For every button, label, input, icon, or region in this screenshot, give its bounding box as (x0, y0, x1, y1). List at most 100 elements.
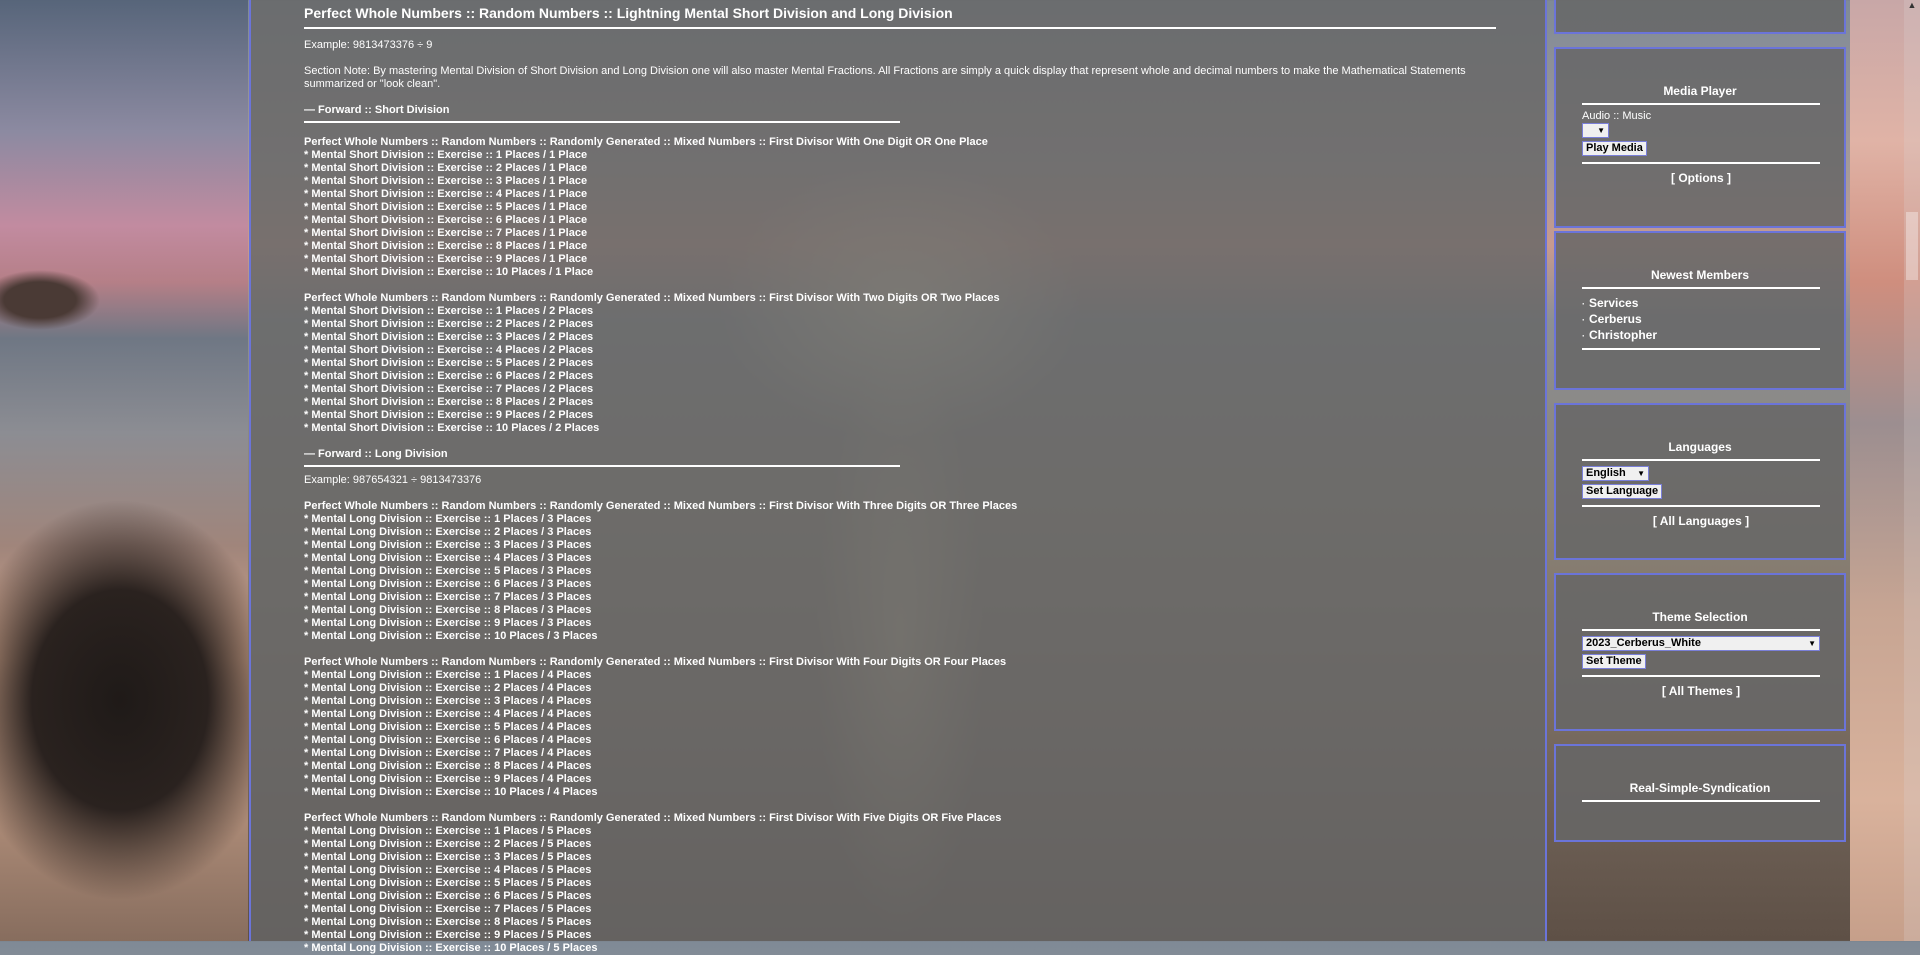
exercise-link[interactable]: * Mental Long Division :: Exercise :: 4 … (304, 552, 1496, 565)
exercise-link[interactable]: * Mental Long Division :: Exercise :: 8 … (304, 760, 1496, 773)
exercise-link[interactable]: * Mental Short Division :: Exercise :: 8… (304, 240, 1496, 253)
rss-title[interactable]: Real-Simple-Syndication (1580, 781, 1820, 795)
bullet-icon: · (1582, 299, 1585, 309)
exercise-link[interactable]: * Mental Long Division :: Exercise :: 1 … (304, 669, 1496, 682)
languages-divider-bottom (1582, 505, 1820, 507)
exercise-link[interactable]: * Mental Long Division :: Exercise :: 10… (304, 942, 1496, 955)
exercise-link[interactable]: * Mental Long Division :: Exercise :: 8 … (304, 916, 1496, 929)
language-select[interactable]: English ▼ (1582, 466, 1649, 481)
exercise-link[interactable]: * Mental Short Division :: Exercise :: 4… (304, 344, 1496, 357)
set-language-button[interactable]: Set Language (1582, 484, 1663, 499)
exercise-link[interactable]: * Mental Long Division :: Exercise :: 8 … (304, 604, 1496, 617)
exercise-link[interactable]: * Mental Short Division :: Exercise :: 3… (304, 175, 1496, 188)
long-division-divider (304, 465, 900, 467)
exercise-link[interactable]: * Mental Short Division :: Exercise :: 7… (304, 383, 1496, 396)
exercise-link[interactable]: * Mental Long Division :: Exercise :: 10… (304, 786, 1496, 799)
exercise-link[interactable]: * Mental Short Division :: Exercise :: 4… (304, 188, 1496, 201)
exercise-link[interactable]: * Mental Long Division :: Exercise :: 6 … (304, 890, 1496, 903)
exercise-link[interactable]: * Mental Long Division :: Exercise :: 4 … (304, 864, 1496, 877)
exercise-link[interactable]: * Mental Long Division :: Exercise :: 1 … (304, 825, 1496, 838)
exercise-link[interactable]: * Mental Long Division :: Exercise :: 7 … (304, 903, 1496, 916)
background-beach-left (0, 0, 248, 941)
play-media-button[interactable]: Play Media (1582, 141, 1647, 156)
exercise-link[interactable]: * Mental Long Division :: Exercise :: 7 … (304, 591, 1496, 604)
set-theme-button[interactable]: Set Theme (1582, 654, 1646, 669)
short-division-blocks: Perfect Whole Numbers :: Random Numbers … (304, 136, 1496, 435)
audio-music-label: Audio :: Music (1582, 110, 1652, 122)
member-name: Cerberus (1589, 312, 1642, 326)
exercise-link[interactable]: * Mental Long Division :: Exercise :: 9 … (304, 929, 1496, 942)
exercise-link[interactable]: * Mental Short Division :: Exercise :: 6… (304, 370, 1496, 383)
exercise-link[interactable]: * Mental Long Division :: Exercise :: 6 … (304, 734, 1496, 747)
exercise-link[interactable]: * Mental Short Division :: Exercise :: 1… (304, 305, 1496, 318)
member-item[interactable]: · Christopher (1582, 328, 1657, 342)
example-long: Example: 987654321 ÷ 9813473376 (304, 474, 482, 486)
theme-selection-box: Theme Selection 2023_Cerberus_White ▼ Se… (1554, 573, 1846, 731)
exercise-link[interactable]: * Mental Short Division :: Exercise :: 2… (304, 318, 1496, 331)
chevron-down-icon: ▼ (1637, 469, 1645, 478)
exercise-link[interactable]: * Mental Long Division :: Exercise :: 9 … (304, 617, 1496, 630)
exercise-group: Perfect Whole Numbers :: Random Numbers … (304, 812, 1496, 955)
exercise-group-heading: Perfect Whole Numbers :: Random Numbers … (304, 292, 1000, 304)
long-division-title: — Forward :: Long Division (304, 448, 448, 460)
scrollbar-thumb[interactable] (1906, 212, 1918, 280)
exercise-link[interactable]: * Mental Long Division :: Exercise :: 1 … (304, 513, 1496, 526)
exercise-link[interactable]: * Mental Short Division :: Exercise :: 9… (304, 253, 1496, 266)
exercise-link[interactable]: * Mental Short Division :: Exercise :: 2… (304, 162, 1496, 175)
member-name: Christopher (1589, 328, 1658, 342)
exercise-link[interactable]: * Mental Long Division :: Exercise :: 6 … (304, 578, 1496, 591)
exercise-link[interactable]: * Mental Long Division :: Exercise :: 5 … (304, 565, 1496, 578)
exercise-link[interactable]: * Mental Long Division :: Exercise :: 2 … (304, 838, 1496, 851)
sidebar-box-top (1554, 0, 1846, 34)
long-division-blocks: Perfect Whole Numbers :: Random Numbers … (304, 500, 1496, 955)
member-item[interactable]: · Services (1582, 296, 1638, 310)
media-player-box: Media Player Audio :: Music ▼ Play Media… (1554, 47, 1846, 228)
exercise-link[interactable]: * Mental Long Division :: Exercise :: 3 … (304, 695, 1496, 708)
exercise-link[interactable]: * Mental Short Division :: Exercise :: 9… (304, 409, 1496, 422)
scroll-up-arrow-icon[interactable]: ▲ (1907, 0, 1917, 12)
exercise-link[interactable]: * Mental Short Division :: Exercise :: 7… (304, 227, 1496, 240)
exercise-link[interactable]: * Mental Short Division :: Exercise :: 3… (304, 331, 1496, 344)
newest-members-divider-bottom (1582, 348, 1820, 350)
languages-divider-top (1582, 459, 1820, 461)
member-item[interactable]: · Cerberus (1582, 312, 1642, 326)
exercise-link[interactable]: * Mental Long Division :: Exercise :: 9 … (304, 773, 1496, 786)
title-divider (304, 27, 1496, 29)
theme-divider-bottom (1582, 675, 1820, 677)
exercise-link[interactable]: * Mental Long Division :: Exercise :: 3 … (304, 539, 1496, 552)
exercise-link[interactable]: * Mental Short Division :: Exercise :: 8… (304, 396, 1496, 409)
exercise-link[interactable]: * Mental Long Division :: Exercise :: 2 … (304, 682, 1496, 695)
media-player-divider-top (1582, 103, 1820, 105)
exercise-group-heading: Perfect Whole Numbers :: Random Numbers … (304, 500, 1018, 512)
all-languages-link[interactable]: [ All Languages ] (1582, 514, 1820, 528)
media-select[interactable]: ▼ (1582, 123, 1609, 138)
exercise-link[interactable]: * Mental Long Division :: Exercise :: 10… (304, 630, 1496, 643)
exercise-link[interactable]: * Mental Short Division :: Exercise :: 1… (304, 149, 1496, 162)
exercise-link[interactable]: * Mental Long Division :: Exercise :: 2 … (304, 526, 1496, 539)
theme-select-value: 2023_Cerberus_White (1586, 637, 1701, 649)
theme-select[interactable]: 2023_Cerberus_White ▼ (1582, 636, 1820, 651)
exercise-link[interactable]: * Mental Short Division :: Exercise :: 5… (304, 201, 1496, 214)
rss-box: Real-Simple-Syndication (1554, 744, 1846, 842)
exercise-link[interactable]: * Mental Short Division :: Exercise :: 1… (304, 266, 1496, 279)
exercise-group-heading: Perfect Whole Numbers :: Random Numbers … (304, 656, 1007, 668)
example-short: Example: 9813473376 ÷ 9 (304, 39, 433, 51)
main-content-panel: Perfect Whole Numbers :: Random Numbers … (249, 0, 1547, 954)
language-select-value: English (1586, 467, 1626, 479)
page-scrollbar[interactable]: ▲ (1904, 0, 1920, 941)
exercise-group: Perfect Whole Numbers :: Random Numbers … (304, 500, 1496, 643)
exercise-link[interactable]: * Mental Long Division :: Exercise :: 3 … (304, 851, 1496, 864)
exercise-link[interactable]: * Mental Long Division :: Exercise :: 7 … (304, 747, 1496, 760)
exercise-link[interactable]: * Mental Short Division :: Exercise :: 1… (304, 422, 1496, 435)
exercise-link[interactable]: * Mental Long Division :: Exercise :: 4 … (304, 708, 1496, 721)
theme-divider-top (1582, 629, 1820, 631)
exercise-group-heading: Perfect Whole Numbers :: Random Numbers … (304, 812, 1002, 824)
exercise-link[interactable]: * Mental Short Division :: Exercise :: 5… (304, 357, 1496, 370)
all-themes-link[interactable]: [ All Themes ] (1582, 684, 1820, 698)
options-link[interactable]: [ Options ] (1582, 171, 1820, 185)
exercise-link[interactable]: * Mental Long Division :: Exercise :: 5 … (304, 721, 1496, 734)
exercise-link[interactable]: * Mental Short Division :: Exercise :: 6… (304, 214, 1496, 227)
exercise-link[interactable]: * Mental Long Division :: Exercise :: 5 … (304, 877, 1496, 890)
page-title: Perfect Whole Numbers :: Random Numbers … (304, 5, 953, 21)
exercise-group: Perfect Whole Numbers :: Random Numbers … (304, 292, 1496, 435)
